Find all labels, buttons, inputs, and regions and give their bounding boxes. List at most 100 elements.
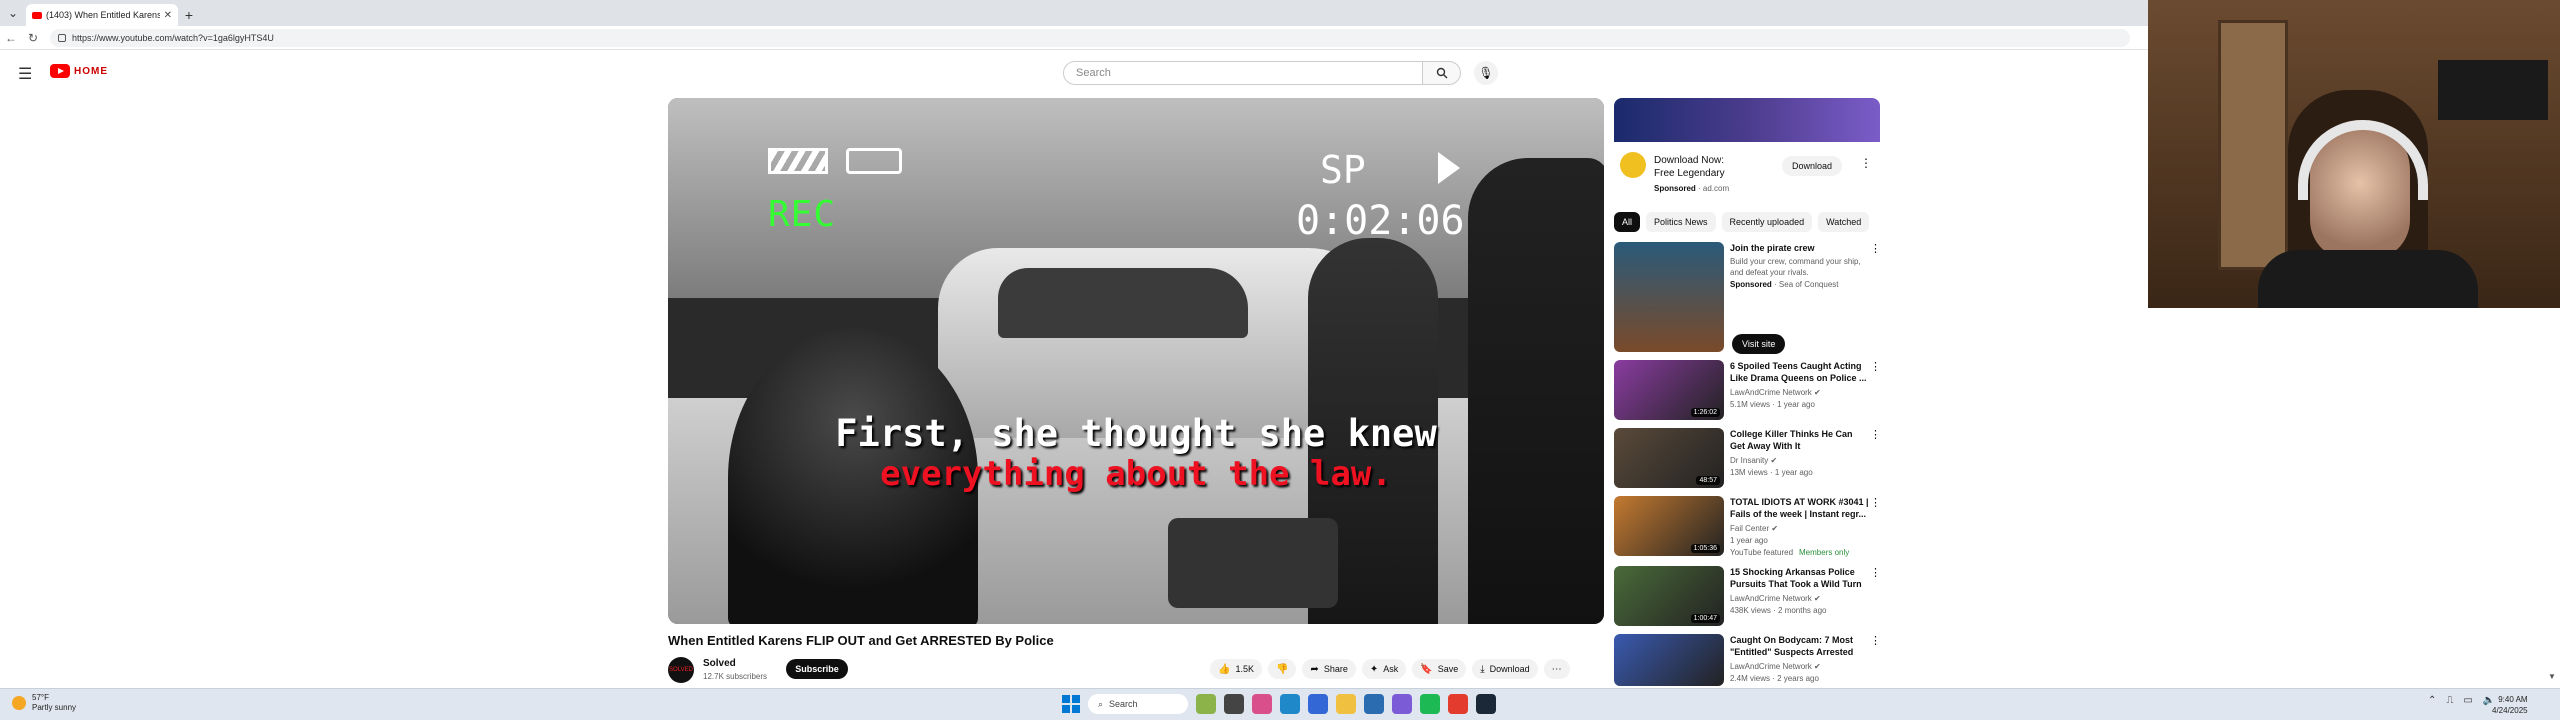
visit-site-button[interactable]: Visit site	[1732, 334, 1786, 354]
usb-icon[interactable]: ⎍	[2446, 695, 2453, 706]
promoted-card[interactable]: Join the pirate crew Build your crew, co…	[1614, 242, 1884, 354]
new-tab-button[interactable]: +	[178, 4, 200, 26]
more-actions-button[interactable]: ⋯	[1543, 659, 1570, 679]
network-icon[interactable]: ▭	[2463, 695, 2472, 706]
promoted-thumbnail[interactable]	[1614, 242, 1724, 352]
video-car-window	[998, 268, 1248, 338]
back-arrow-icon[interactable]: ←	[0, 27, 22, 49]
verified-check-icon: ✔	[1814, 662, 1821, 671]
recommendation-thumbnail[interactable]: 1:26:02	[1614, 360, 1724, 420]
task-view-icon[interactable]	[1224, 694, 1244, 714]
tab-list-chevron-icon[interactable]: ⌄	[0, 0, 26, 26]
chip-all[interactable]: All	[1614, 212, 1641, 232]
youtube-play-logo-icon	[50, 64, 70, 78]
store-icon[interactable]	[1308, 694, 1328, 714]
promoted-description: Build your crew, command your ship, and …	[1730, 257, 1861, 277]
recommendation-thumbnail[interactable]: 48:57	[1614, 428, 1724, 488]
dislike-button[interactable]: 👎	[1267, 659, 1297, 679]
verified-check-icon: ✔	[1814, 388, 1821, 397]
copilot-icon[interactable]	[1252, 694, 1272, 714]
recommendation-more-vert-icon[interactable]: ⋮	[1870, 428, 1881, 441]
chip-recently-uploaded[interactable]: Recently uploaded	[1721, 212, 1813, 232]
search-input[interactable]: Search	[1063, 61, 1423, 85]
recommendation-thumbnail[interactable]: 1:00:47	[1614, 566, 1724, 626]
webcam-shelf	[2218, 20, 2288, 270]
save-button[interactable]: 🔖 Save	[1412, 659, 1467, 679]
ad-title[interactable]: Download Now: Free Legendary	[1654, 154, 1744, 180]
recommendation-item[interactable]: 1:26:02 6 Spoiled Teens Caught Acting Li…	[1614, 360, 1884, 424]
subscribe-button[interactable]: Subscribe	[786, 659, 848, 679]
ad-banner-image[interactable]	[1614, 98, 1880, 142]
recommendation-item[interactable]: 1:00:47 15 Shocking Arkansas Police Purs…	[1614, 566, 1884, 630]
edge-browser-icon[interactable]	[1280, 694, 1300, 714]
recommendation-item[interactable]: 48:57 College Killer Thinks He Can Get A…	[1614, 428, 1884, 492]
channel-name[interactable]: Solved	[703, 658, 736, 669]
download-button[interactable]: ⤓ Download	[1472, 659, 1538, 679]
youtube-logo[interactable]: HOME	[50, 64, 108, 78]
share-label: Share	[1323, 664, 1348, 674]
recommendation-channel: LawAndCrime Network ✔	[1730, 662, 1821, 671]
recommendation-channel: Fail Center ✔	[1730, 524, 1778, 533]
featured-label: YouTube featured	[1730, 548, 1794, 557]
share-button[interactable]: ➦ Share	[1302, 659, 1356, 679]
taskbar-search[interactable]: ⌕ Search	[1088, 694, 1188, 714]
voice-search-mic-icon[interactable]: 🎙	[1474, 61, 1498, 85]
tab-close-icon[interactable]: ✕	[164, 10, 172, 21]
weather-text: 57°F Partly sunny	[32, 693, 76, 713]
file-explorer-icon[interactable]	[1336, 694, 1356, 714]
taskbar-clock[interactable]: 9:40 AM 4/24/2025	[2492, 694, 2528, 716]
recommendation-title[interactable]: 15 Shocking Arkansas Police Pursuits Tha…	[1730, 566, 1870, 590]
verified-check-icon: ✔	[1771, 524, 1779, 533]
more-horizontal-icon: ⋯	[1551, 663, 1562, 675]
caption-line-1: First, she thought she knew	[835, 412, 1437, 455]
thumbs-down-icon: 👎	[1275, 663, 1289, 675]
chrome-icon[interactable]	[1448, 694, 1468, 714]
chip-watched[interactable]: Watched	[1818, 212, 1870, 232]
channel-avatar[interactable]: SOLVED	[668, 657, 694, 683]
recommendation-title[interactable]: College Killer Thinks He Can Get Away Wi…	[1730, 428, 1870, 452]
recommendation-title[interactable]: TOTAL IDIOTS AT WORK #3041 | Fails of th…	[1730, 496, 1870, 520]
recommendation-title[interactable]: 6 Spoiled Teens Caught Acting Like Drama…	[1730, 360, 1870, 384]
recommendation-more-vert-icon[interactable]: ⋮	[1870, 496, 1881, 509]
spotify-icon[interactable]	[1420, 694, 1440, 714]
ad-download-button[interactable]: Download	[1782, 156, 1843, 176]
weather-widget[interactable]: 57°F Partly sunny	[12, 693, 76, 713]
recommendation-item[interactable]: 1:05:36 TOTAL IDIOTS AT WORK #3041 | Fai…	[1614, 496, 1884, 560]
steam-icon[interactable]	[1476, 694, 1496, 714]
lock-icon	[58, 33, 66, 42]
mail-icon[interactable]	[1364, 694, 1384, 714]
recommendation-item[interactable]: Caught On Bodycam: 7 Most "Entitled" Sus…	[1614, 634, 1884, 686]
browser-tab-bar: ⌄ (1403) When Entitled Karens F ✕ +	[0, 0, 2148, 26]
promoted-sponsored: Sponsored · Sea of Conquest	[1730, 280, 1839, 289]
browser-tab[interactable]: (1403) When Entitled Karens F ✕	[26, 4, 178, 26]
video-bag	[1168, 518, 1338, 608]
ask-button[interactable]: ✦ Ask	[1361, 659, 1407, 679]
video-player[interactable]: REC SP 0:02:06 First, she thought she kn…	[668, 98, 1604, 624]
recommendation-thumbnail[interactable]: 1:05:36	[1614, 496, 1724, 556]
url-field[interactable]: https://www.youtube.com/watch?v=1ga6lgyH…	[50, 28, 2130, 47]
recommendation-more-vert-icon[interactable]: ⋮	[1870, 566, 1881, 579]
recommendation-meta: 438K views · 2 months ago	[1730, 606, 1827, 615]
recommendation-more-vert-icon[interactable]: ⋮	[1870, 634, 1881, 647]
recommendation-more-vert-icon[interactable]: ⋮	[1870, 360, 1881, 373]
recommendation-channel-name: Fail Center	[1730, 524, 1770, 533]
clock-date: 4/24/2025	[2492, 706, 2528, 715]
ad-more-vert-icon[interactable]: ⋮	[1860, 156, 1872, 170]
search-button[interactable]	[1423, 61, 1461, 85]
recommendation-title[interactable]: Caught On Bodycam: 7 Most "Entitled" Sus…	[1730, 634, 1870, 658]
scroll-down-arrow-icon[interactable]: ▼	[2548, 672, 2556, 681]
tray-chevron-icon[interactable]: ⌃	[2428, 695, 2436, 706]
taskbar-search-label: Search	[1109, 699, 1138, 709]
promoted-more-vert-icon[interactable]: ⋮	[1870, 242, 1881, 255]
reload-icon[interactable]: ↻	[22, 27, 44, 49]
discord-icon[interactable]	[1392, 694, 1412, 714]
windows-start-icon[interactable]	[1062, 695, 1080, 713]
recommendation-thumbnail[interactable]	[1614, 634, 1724, 686]
menu-hamburger-icon[interactable]: ☰	[18, 64, 32, 84]
widget-app-icon[interactable]	[1196, 694, 1216, 714]
promoted-title[interactable]: Join the pirate crew	[1730, 242, 1870, 254]
chip-politics-news[interactable]: Politics News	[1646, 212, 1716, 232]
like-button[interactable]: 👍 1.5K	[1210, 659, 1262, 679]
logo-text: HOME	[74, 65, 108, 77]
timecode: 0:02:06	[1296, 198, 1465, 244]
